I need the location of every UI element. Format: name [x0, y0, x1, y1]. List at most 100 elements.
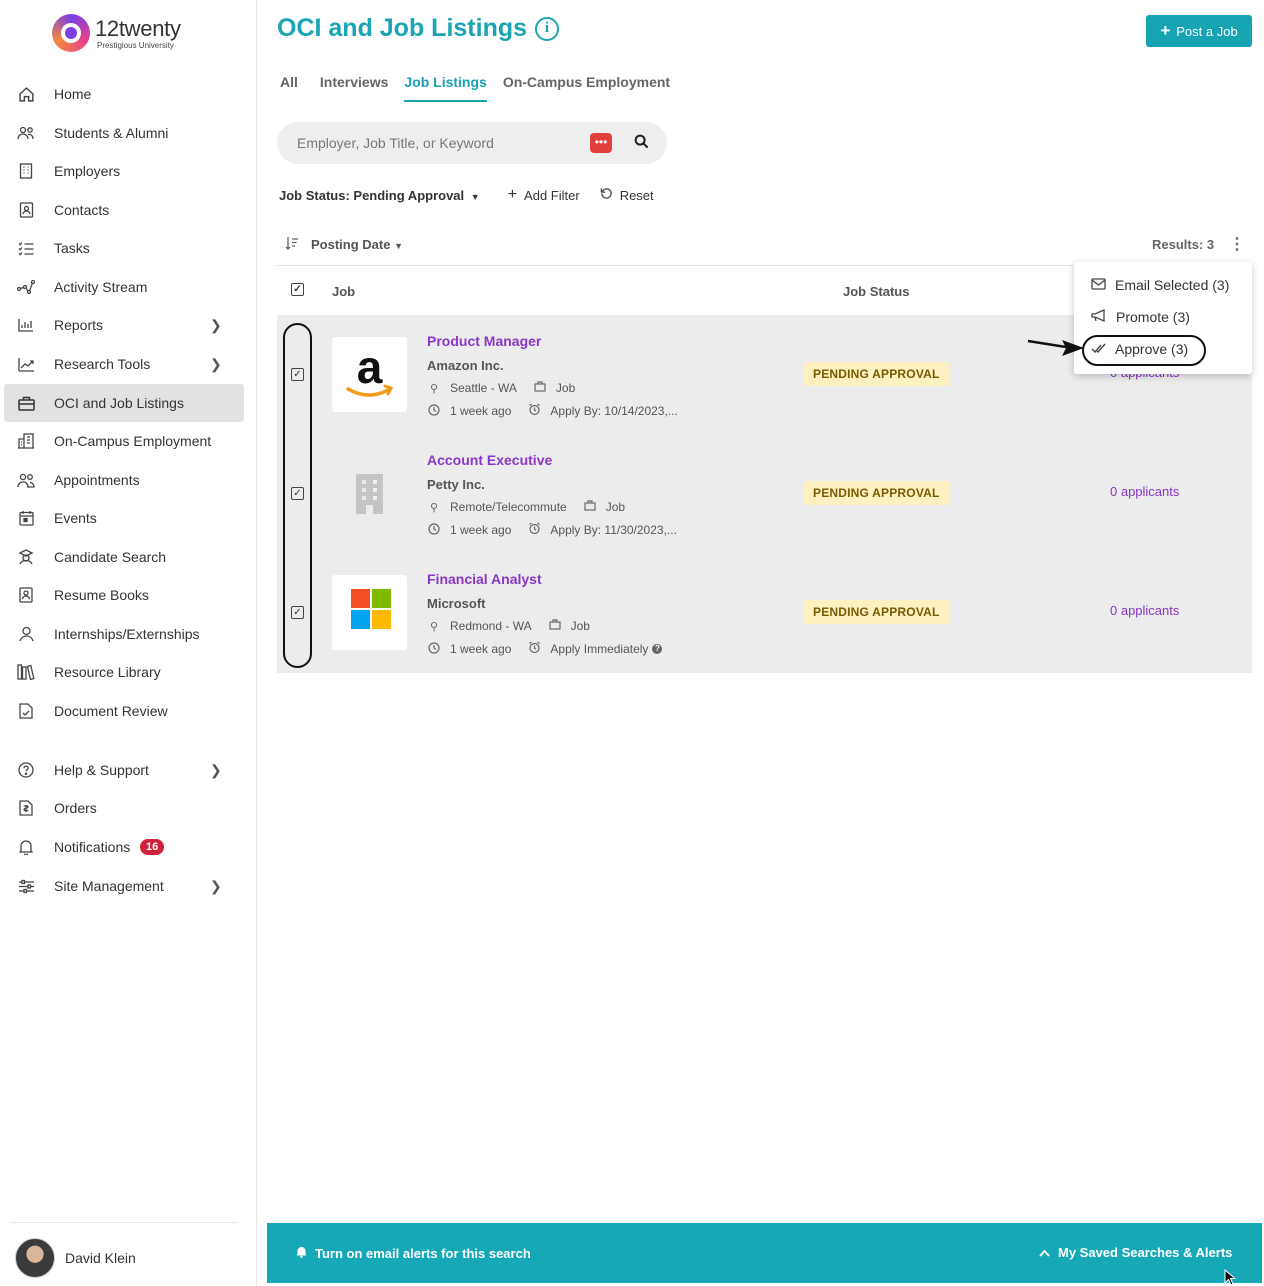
sidebar-item-contacts[interactable]: Contacts: [4, 191, 244, 229]
location-pin-icon: ⚲: [429, 501, 439, 514]
tab-on-campus-employment[interactable]: On-Campus Employment: [503, 74, 670, 102]
building-icon: [17, 162, 35, 180]
turn-on-alerts-button[interactable]: Turn on email alerts for this search: [296, 1245, 531, 1261]
job-status-filter-label: Job Status: Pending Approval: [279, 187, 465, 203]
job-title-link[interactable]: Product Manager: [427, 333, 541, 349]
kebab-menu-icon[interactable]: ⋮: [1229, 234, 1245, 254]
sidebar-item-home[interactable]: Home: [4, 75, 244, 113]
sidebar-item-label: Candidate Search: [54, 549, 167, 565]
sidebar-item-employers[interactable]: Employers: [4, 152, 244, 190]
sidebar-item-label: Internships/Externships: [54, 626, 200, 642]
sidebar-item-label: Orders: [54, 800, 97, 816]
apply-deadline: Apply By: 10/14/2023,...: [550, 404, 678, 418]
sidebar-item-label: OCI and Job Listings: [54, 395, 184, 411]
help-circle-icon[interactable]: ?: [652, 644, 663, 654]
brand-name: 12twenty: [95, 15, 181, 41]
chevron-right-icon: ❯: [210, 316, 222, 333]
password-manager-icon[interactable]: •••: [590, 133, 612, 153]
post-job-label: Post a Job: [1176, 23, 1238, 39]
sidebar-item-document-review[interactable]: Document Review: [4, 692, 244, 730]
calendar-icon: [17, 509, 35, 527]
promote-menu-item[interactable]: Promote (3): [1091, 308, 1190, 325]
tab-job-listings[interactable]: Job Listings: [404, 74, 487, 102]
applicants-link[interactable]: 0 applicants: [1110, 484, 1179, 499]
posted-time: 1 week ago: [450, 523, 512, 537]
briefcase-icon: [583, 500, 597, 514]
table-row[interactable]: ✓ Account Executive Petty Inc. ⚲ Remote/…: [277, 434, 1252, 553]
campus-icon: [17, 432, 35, 450]
post-job-button[interactable]: + Post a Job: [1146, 15, 1252, 47]
tasks-icon: [17, 239, 35, 257]
help-icon: [17, 761, 35, 779]
email-selected-menu-item[interactable]: Email Selected (3): [1091, 277, 1229, 293]
checkbox-highlight-annotation: [283, 323, 312, 668]
user-name: David Klein: [65, 1250, 136, 1266]
sidebar-item-research-tools[interactable]: Research Tools ❯: [4, 345, 244, 383]
sidebar-item-site-management[interactable]: Site Management ❯: [4, 867, 244, 905]
sidebar-item-internships[interactable]: Internships/Externships: [4, 615, 244, 653]
sidebar-item-label: Resume Books: [54, 587, 149, 603]
user-profile[interactable]: David Klein: [10, 1222, 238, 1278]
alarm-icon: [527, 403, 541, 419]
sort-by-posting-date[interactable]: Posting Date ▼: [311, 237, 403, 252]
add-filter-button[interactable]: + Add Filter: [508, 186, 580, 204]
posted-time: 1 week ago: [450, 404, 512, 418]
pointer-arrow-annotation: [1027, 339, 1084, 356]
sidebar-item-label: Events: [54, 510, 97, 526]
table-row[interactable]: ✓ Financial Analyst Microsoft ⚲ Redmond …: [277, 553, 1252, 672]
sidebar-item-on-campus-employment[interactable]: On-Campus Employment: [4, 422, 244, 460]
tab-all[interactable]: All: [280, 74, 298, 102]
sort-icon[interactable]: [285, 236, 299, 253]
search-input[interactable]: Employer, Job Title, or Keyword: [297, 135, 494, 151]
search-bar[interactable]: Employer, Job Title, or Keyword •••: [277, 122, 667, 164]
bell-icon: [17, 838, 35, 856]
activity-icon: [17, 278, 35, 296]
sidebar-item-label: Home: [54, 86, 92, 102]
sidebar-item-resource-library[interactable]: Resource Library: [4, 653, 244, 691]
saved-searches-button[interactable]: My Saved Searches & Alerts: [1039, 1245, 1232, 1260]
alarm-icon: [527, 641, 541, 657]
job-title-link[interactable]: Account Executive: [427, 452, 552, 468]
job-status-filter[interactable]: Job Status: Pending Approval ▼: [279, 188, 480, 203]
job-location: Remote/Telecommute: [450, 500, 567, 514]
sidebar: 12twenty Prestigious University Home Stu…: [0, 0, 257, 1286]
sidebar-item-candidate-search[interactable]: Candidate Search: [4, 538, 244, 576]
caret-down-icon: ▼: [394, 241, 404, 251]
job-title-link[interactable]: Financial Analyst: [427, 571, 542, 587]
job-type: Job: [555, 381, 576, 395]
tab-interviews[interactable]: Interviews: [320, 74, 388, 102]
job-type: Job: [570, 619, 590, 633]
sidebar-item-orders[interactable]: Orders: [4, 789, 244, 827]
job-location: Seattle - WA: [450, 381, 517, 395]
clock-icon: [427, 522, 441, 538]
applicants-link[interactable]: 0 applicants: [1110, 603, 1179, 618]
sidebar-item-reports[interactable]: Reports ❯: [4, 306, 244, 344]
sidebar-item-help-support[interactable]: Help & Support ❯: [4, 751, 244, 789]
sidebar-item-events[interactable]: Events: [4, 499, 244, 537]
sidebar-item-activity-stream[interactable]: Activity Stream: [4, 268, 244, 306]
filter-bar: Job Status: Pending Approval ▼ + Add Fil…: [279, 186, 654, 204]
sidebar-item-resume-books[interactable]: Resume Books: [4, 576, 244, 614]
job-location: Redmond - WA: [450, 619, 532, 633]
search-icon[interactable]: [634, 134, 649, 154]
info-icon[interactable]: i: [535, 16, 560, 41]
sidebar-item-label: Site Management: [54, 878, 164, 894]
location-pin-icon: ⚲: [429, 620, 439, 633]
brand-logo[interactable]: 12twenty Prestigious University: [52, 14, 181, 52]
sidebar-item-tasks[interactable]: Tasks: [4, 229, 244, 267]
promote-label: Promote (3): [1116, 309, 1190, 325]
job-location-row: ⚲ Seattle - WA Job: [427, 381, 575, 395]
sort-bar: Posting Date ▼ Results: 3 ⋮: [277, 232, 1252, 266]
select-all-checkbox[interactable]: ✓: [291, 283, 304, 296]
reset-button[interactable]: Reset: [600, 187, 654, 203]
sidebar-item-students-alumni[interactable]: Students & Alumni: [4, 114, 244, 152]
sidebar-item-label: Document Review: [54, 703, 168, 719]
tab-bar: All Interviews Job Listings On-Campus Em…: [280, 74, 692, 102]
orders-icon: [17, 799, 35, 817]
sidebar-item-appointments[interactable]: Appointments: [4, 461, 244, 499]
sidebar-item-notifications[interactable]: Notifications 16: [4, 828, 244, 866]
clock-icon: [427, 641, 441, 657]
sidebar-item-oci-job-listings[interactable]: OCI and Job Listings: [4, 384, 244, 422]
chevron-right-icon: ❯: [210, 877, 222, 894]
sidebar-item-label: Employers: [54, 163, 121, 179]
